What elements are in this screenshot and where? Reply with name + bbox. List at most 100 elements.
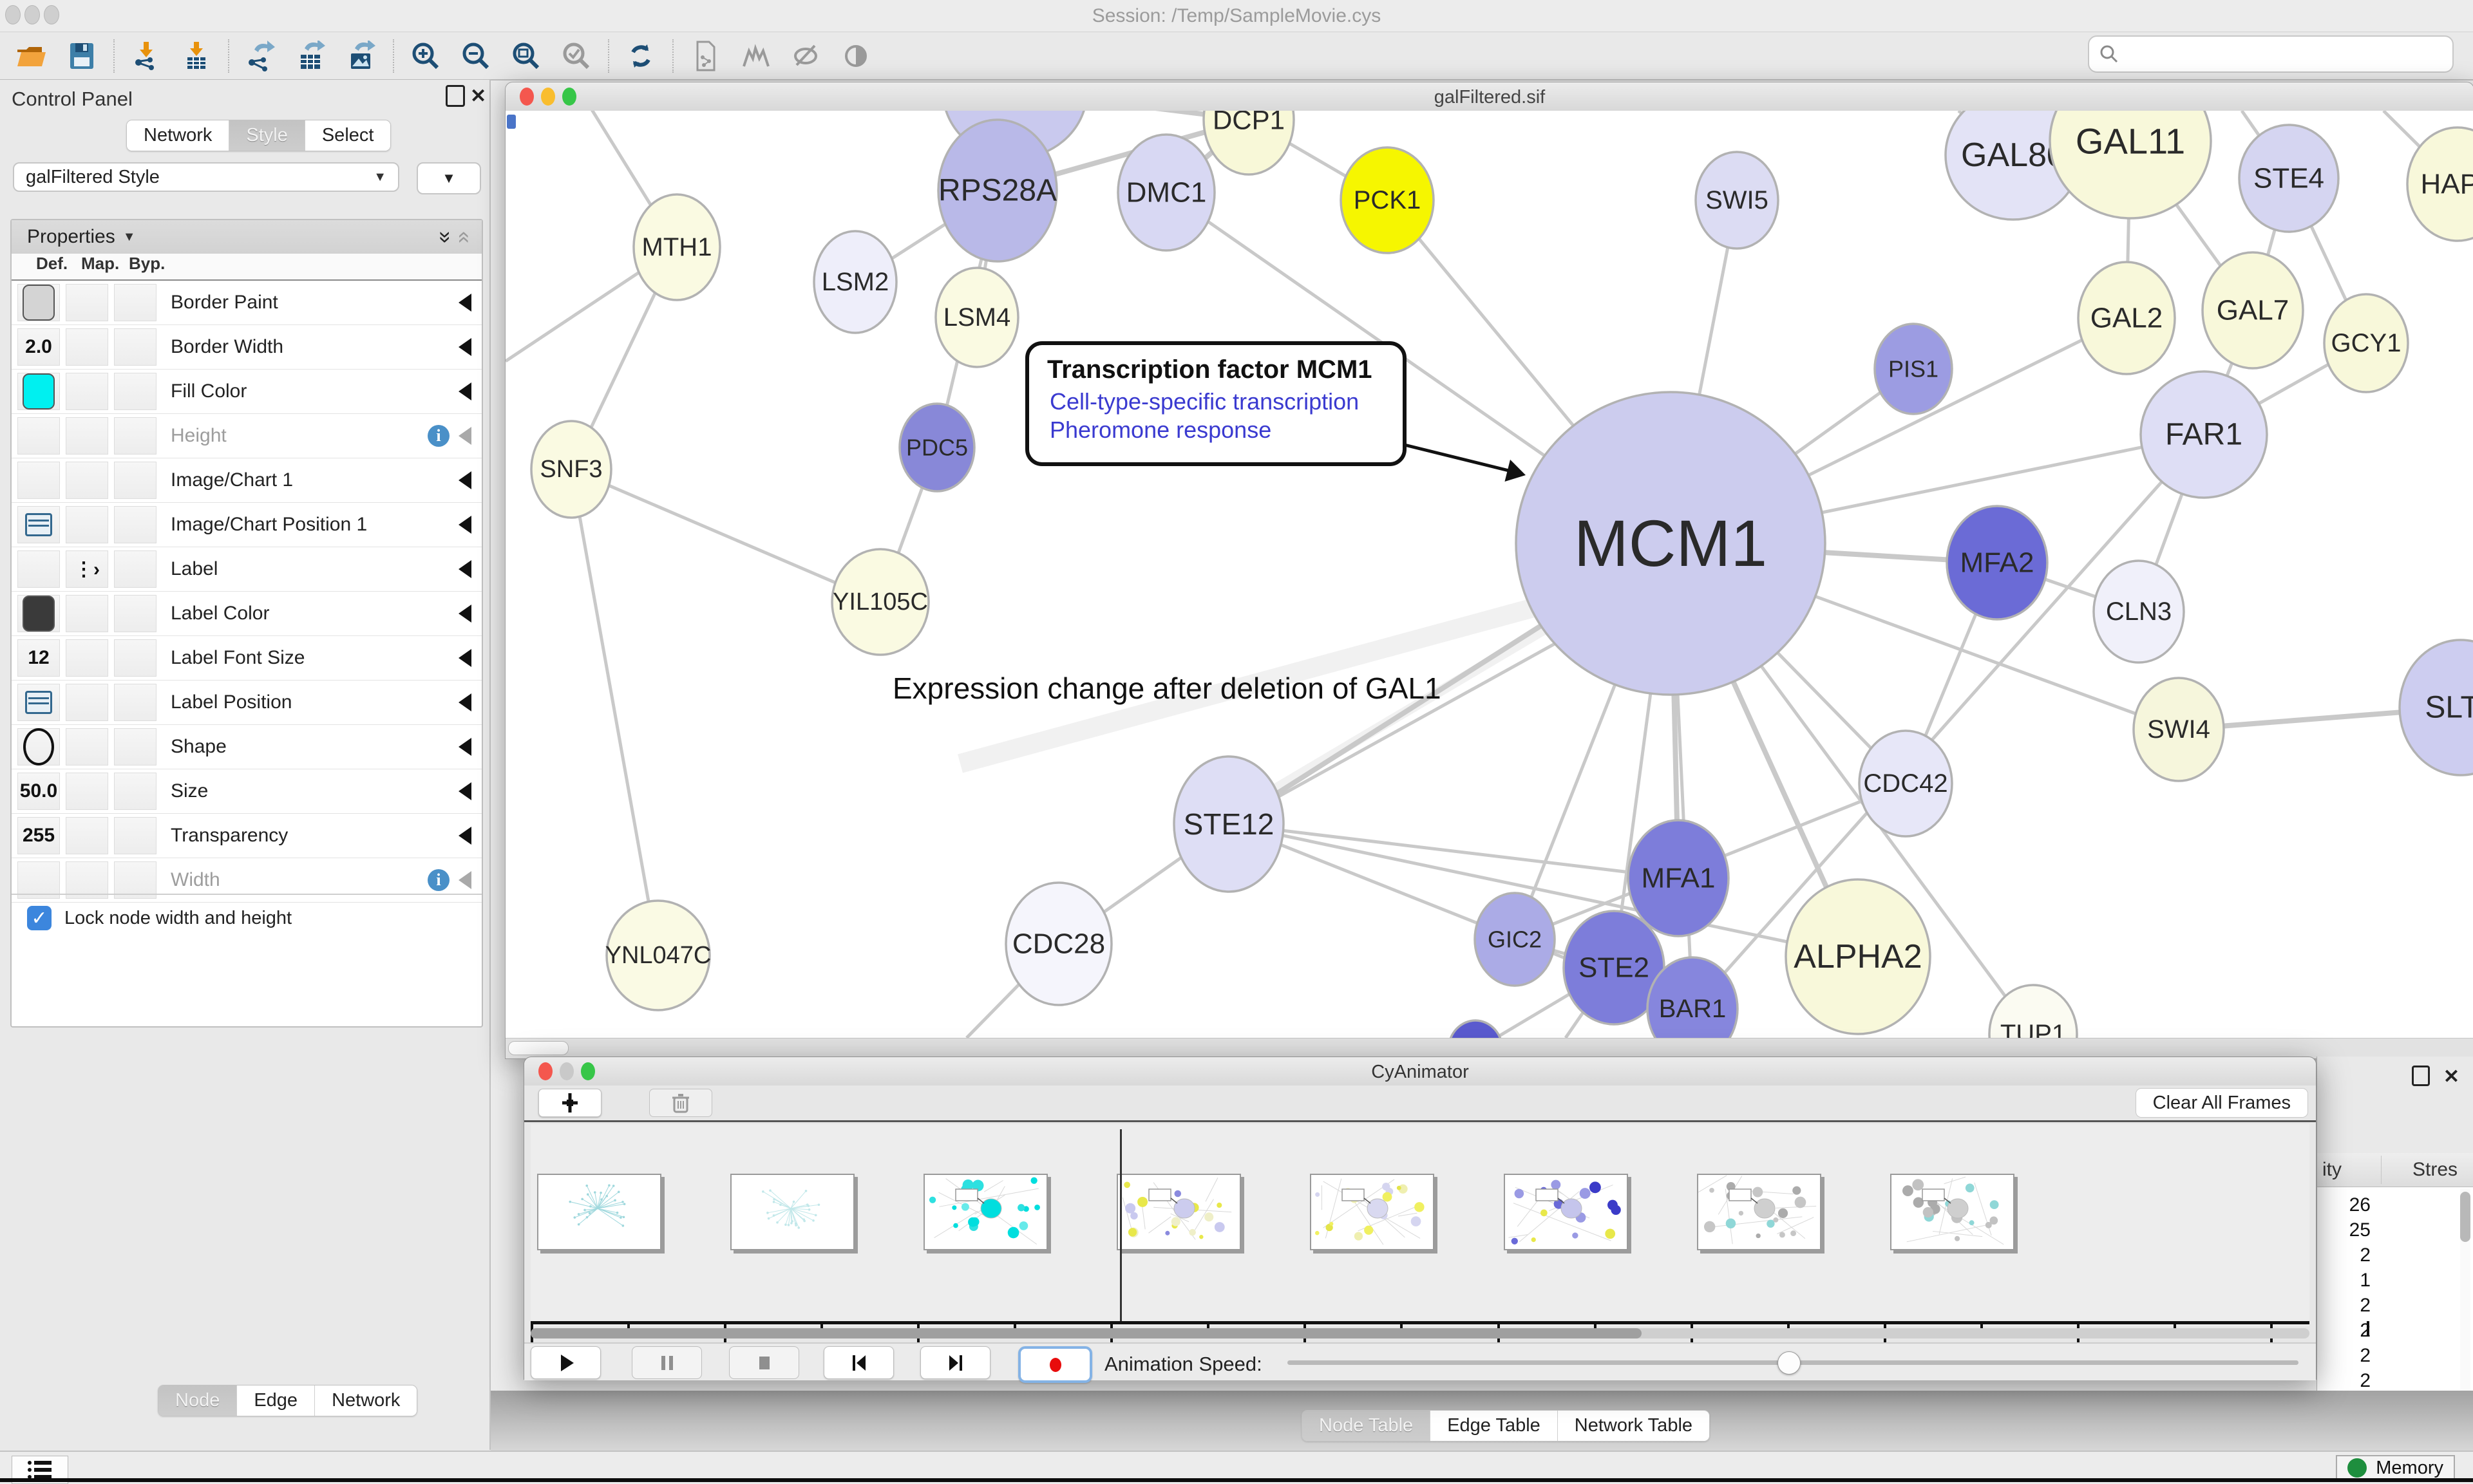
default-value-cell[interactable] xyxy=(17,595,60,632)
bypass-cell[interactable] xyxy=(114,595,156,632)
cyanimator-titlebar[interactable]: CyAnimator xyxy=(524,1057,2316,1086)
record-button[interactable] xyxy=(1018,1346,1092,1383)
property-row-border-paint[interactable]: Border Paint xyxy=(12,281,482,325)
frame-thumbnail-sec-3[interactable] xyxy=(1117,1174,1241,1250)
animation-timeline[interactable]: 0123456789Seconds xyxy=(531,1124,2309,1326)
mapping-cell[interactable] xyxy=(66,728,108,765)
bypass-cell[interactable] xyxy=(114,773,156,810)
stop-button[interactable] xyxy=(729,1346,799,1379)
default-value-cell[interactable] xyxy=(17,284,60,321)
zoom-fit-button[interactable] xyxy=(501,36,551,76)
network-node-STE12[interactable]: STE12 xyxy=(1174,756,1284,892)
default-value-cell[interactable] xyxy=(17,506,60,543)
expand-row-icon[interactable] xyxy=(459,605,471,623)
expand-row-icon[interactable] xyxy=(459,649,471,667)
zoom-selected-button[interactable] xyxy=(551,36,602,76)
mapping-cell[interactable] xyxy=(66,684,108,721)
network-node-FAR1[interactable]: FAR1 xyxy=(2141,371,2267,498)
network-hscrollbar-thumb[interactable] xyxy=(508,1041,569,1055)
frame-thumbnail-sec-0[interactable] xyxy=(537,1174,661,1250)
mapping-cell[interactable] xyxy=(66,506,108,543)
network-node-MCM1[interactable]: MCM1 xyxy=(1516,392,1825,695)
expand-row-icon[interactable] xyxy=(459,560,471,578)
mapping-cell[interactable] xyxy=(66,284,108,321)
bypass-cell[interactable] xyxy=(114,328,156,366)
expand-row-icon[interactable] xyxy=(459,738,471,756)
network-edge[interactable] xyxy=(571,469,658,955)
bypass-cell[interactable] xyxy=(114,728,156,765)
add-frame-button[interactable] xyxy=(538,1089,602,1117)
network-node-LSM4[interactable]: LSM4 xyxy=(936,268,1018,367)
column-stress[interactable]: Stres xyxy=(2412,1159,2458,1181)
timeline-scrollbar-thumb[interactable] xyxy=(531,1328,1642,1338)
property-row-border-width[interactable]: 2.0Border Width xyxy=(12,325,482,370)
network-node-SNF3[interactable]: SNF3 xyxy=(531,421,611,518)
zoom-out-button[interactable] xyxy=(451,36,501,76)
panel-tab-edge[interactable]: Edge xyxy=(237,1385,315,1416)
expand-row-icon[interactable] xyxy=(459,871,471,889)
network-edge[interactable] xyxy=(571,469,880,602)
network-node-PDC5[interactable]: PDC5 xyxy=(900,404,974,491)
bypass-cell[interactable] xyxy=(114,550,156,588)
memory-button[interactable]: Memory xyxy=(2336,1455,2455,1481)
play-button[interactable] xyxy=(531,1346,601,1379)
property-row-shape[interactable]: Shape xyxy=(12,725,482,769)
default-value-cell[interactable]: 12 xyxy=(17,639,60,677)
refresh-button[interactable] xyxy=(616,36,666,76)
network-node-LSM2[interactable]: LSM2 xyxy=(814,231,896,333)
first-neighbors-button[interactable] xyxy=(730,36,781,76)
timeline-scrollbar[interactable] xyxy=(531,1328,2309,1338)
network-node-YIL105C[interactable]: YIL105C xyxy=(832,549,929,655)
mapping-cell[interactable] xyxy=(66,773,108,810)
delete-frame-button[interactable] xyxy=(649,1089,712,1117)
property-row-size[interactable]: 50.0Size xyxy=(12,769,482,814)
default-value-cell[interactable] xyxy=(17,373,60,410)
network-node-agax[interactable] xyxy=(1448,1020,1502,1038)
panel-float-icon[interactable] xyxy=(446,85,465,107)
network-node-RPS28A[interactable]: RPS28A xyxy=(938,120,1057,261)
bypass-cell[interactable] xyxy=(114,817,156,854)
default-value-cell[interactable]: 50.0 xyxy=(17,773,60,810)
network-canvas[interactable]: RPS28BDCP1RPS28ADMC1PCK1MTH1LSM2LSM4SWI5… xyxy=(506,111,2473,1038)
info-icon[interactable]: i xyxy=(428,869,450,891)
bypass-cell[interactable] xyxy=(114,506,156,543)
panel-tab-network[interactable]: Network xyxy=(315,1385,417,1416)
mapping-cell[interactable] xyxy=(66,595,108,632)
tab-select[interactable]: Select xyxy=(305,120,391,151)
network-node-YNL047C[interactable]: YNL047C xyxy=(605,901,712,1010)
network-node-GIC2[interactable]: GIC2 xyxy=(1475,893,1555,986)
frame-thumbnail-sec-7[interactable] xyxy=(1890,1174,2014,1250)
bypass-cell[interactable] xyxy=(114,639,156,677)
property-row-transparency[interactable]: 255Transparency xyxy=(12,814,482,858)
canvas-scroll-marker[interactable] xyxy=(507,115,516,129)
style-selector[interactable]: galFiltered Style ▼ xyxy=(13,162,399,192)
network-node-DCP1[interactable]: DCP1 xyxy=(1204,111,1294,174)
property-row-label-color[interactable]: Label Color xyxy=(12,592,482,636)
collapse-all-icon[interactable]: » xyxy=(450,231,475,243)
table-scrollbar[interactable] xyxy=(2460,1188,2470,1401)
expand-row-icon[interactable] xyxy=(459,294,471,312)
panel-close-icon[interactable]: ✕ xyxy=(470,85,486,108)
network-node-GAL7[interactable]: GAL7 xyxy=(2203,252,2303,368)
mapping-cell[interactable] xyxy=(66,373,108,410)
clear-all-frames-button[interactable]: Clear All Frames xyxy=(2136,1088,2308,1118)
network-node-GAL11[interactable]: GAL11 xyxy=(2050,111,2211,218)
frame-thumbnail-sec-5[interactable] xyxy=(1504,1174,1628,1250)
property-row-fill-color[interactable]: Fill Color xyxy=(12,370,482,414)
hide-selected-button[interactable] xyxy=(781,36,831,76)
tab-network-table[interactable]: Network Table xyxy=(1558,1411,1709,1441)
bypass-cell[interactable] xyxy=(114,684,156,721)
property-row-image-chart-1[interactable]: Image/Chart 1 xyxy=(12,458,482,503)
lock-size-checkbox[interactable]: ✓ xyxy=(27,906,52,930)
network-window-titlebar[interactable]: galFiltered.sif xyxy=(506,82,2473,111)
property-row-image-chart-position-1[interactable]: Image/Chart Position 1 xyxy=(12,503,482,547)
property-row-height[interactable]: Heighti xyxy=(12,414,482,458)
properties-header-label[interactable]: Properties xyxy=(27,226,115,248)
tab-node-table[interactable]: Node Table xyxy=(1302,1411,1430,1441)
network-node-SWI4[interactable]: SWI4 xyxy=(2134,678,2224,781)
tab-style[interactable]: Style xyxy=(229,120,305,151)
panel-tab-node[interactable]: Node xyxy=(158,1385,237,1416)
network-file-button[interactable] xyxy=(680,36,730,76)
network-node-STE4[interactable]: STE4 xyxy=(2239,125,2338,232)
bypass-cell[interactable] xyxy=(114,462,156,499)
